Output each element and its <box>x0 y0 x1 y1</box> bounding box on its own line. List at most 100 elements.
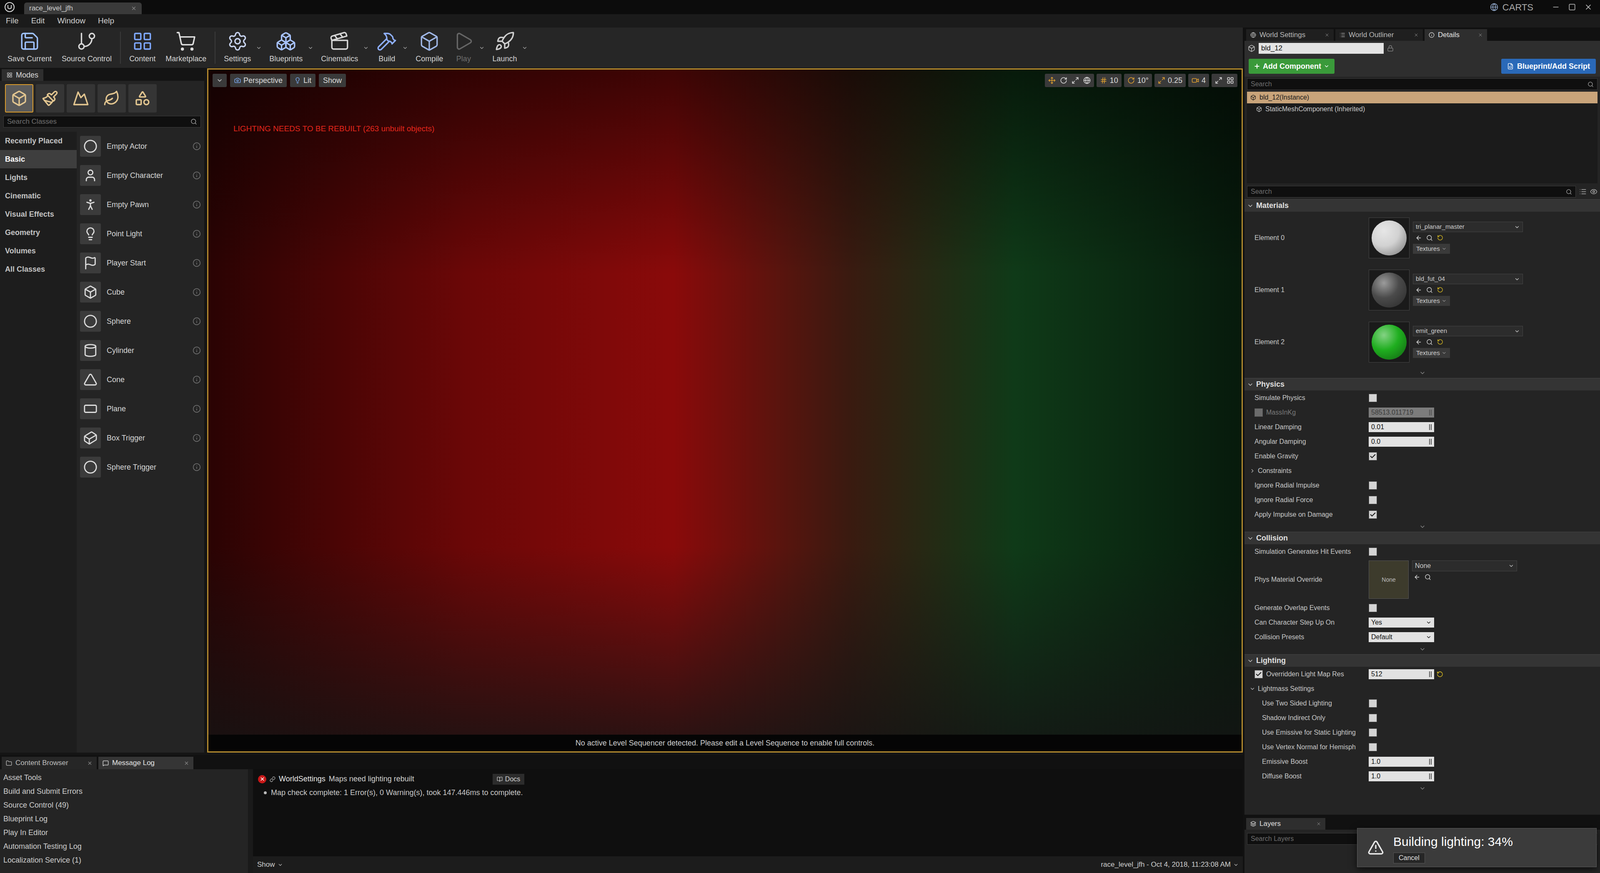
show-filter-button[interactable]: Show <box>257 859 283 871</box>
snap-control[interactable]: 10 <box>1096 73 1122 88</box>
mode-button[interactable] <box>66 84 96 113</box>
asset-dropdown[interactable]: None <box>1412 560 1518 572</box>
number-field[interactable]: 1.0 <box>1368 771 1435 782</box>
checkbox[interactable] <box>1368 743 1378 752</box>
textures-button[interactable]: Textures <box>1412 243 1450 254</box>
toolbar-button[interactable]: Cinematics <box>315 27 364 68</box>
dropdown-arrow-icon[interactable] <box>363 45 369 51</box>
toolbar-button[interactable]: Blueprints <box>264 27 308 68</box>
material-thumbnail[interactable] <box>1368 269 1410 311</box>
material-dropdown[interactable]: bld_fut_04 <box>1412 273 1523 285</box>
add-component-button[interactable]: Add Component <box>1248 58 1335 74</box>
help-icon[interactable] <box>192 258 201 268</box>
class-item[interactable]: Empty Pawn <box>80 190 201 220</box>
perspective-button[interactable]: Perspective <box>230 73 287 88</box>
close-tab-icon[interactable] <box>130 5 137 12</box>
snap-control[interactable]: 0.25 <box>1154 73 1186 88</box>
number-field[interactable]: 0.01 <box>1368 422 1435 433</box>
log-source-item[interactable]: Source Control (49) <box>0 798 248 813</box>
category-item[interactable]: Visual Effects <box>0 205 77 224</box>
class-item[interactable]: Cube <box>80 277 201 307</box>
snap-control[interactable]: 10° <box>1124 73 1152 88</box>
maximize-icon[interactable] <box>1568 3 1576 11</box>
checkbox[interactable] <box>1368 481 1378 490</box>
close-tab-icon[interactable] <box>183 760 190 767</box>
close-tab-icon[interactable] <box>1316 821 1322 827</box>
category-item[interactable]: Volumes <box>0 241 77 261</box>
checkbox[interactable] <box>1368 510 1378 519</box>
blueprint-button[interactable]: Blueprint/Add Script <box>1501 58 1596 74</box>
modes-tab[interactable]: Modes <box>1 69 44 81</box>
textures-button[interactable]: Textures <box>1412 295 1450 306</box>
checkbox[interactable] <box>1254 670 1263 679</box>
toolbar-button[interactable]: Settings <box>218 27 256 68</box>
class-item[interactable]: Empty Actor <box>80 131 201 161</box>
class-item[interactable]: Player Start <box>80 248 201 278</box>
use-selected-icon[interactable] <box>1415 286 1423 294</box>
class-item[interactable]: Cylinder <box>80 335 201 366</box>
log-source-item[interactable]: Blueprint Log <box>0 812 248 827</box>
checkbox[interactable] <box>1368 603 1378 613</box>
toolbar-button[interactable]: Marketplace <box>160 27 212 68</box>
scale-icon[interactable] <box>1071 76 1080 85</box>
use-selected-icon[interactable] <box>1415 234 1423 242</box>
advanced-expander[interactable] <box>1244 783 1600 794</box>
message-source[interactable]: WorldSettings <box>278 773 326 785</box>
browse-icon[interactable] <box>1426 234 1433 242</box>
asset-thumbnail[interactable]: None <box>1368 560 1409 599</box>
dropdown-arrow-icon[interactable] <box>307 45 314 51</box>
cancel-button[interactable]: Cancel <box>1393 852 1425 864</box>
component-search[interactable]: Search <box>1246 78 1598 91</box>
mode-button[interactable] <box>128 84 157 113</box>
number-field[interactable]: 1.0 <box>1368 756 1435 767</box>
toolbar-button[interactable]: Content <box>124 27 161 68</box>
help-icon[interactable] <box>192 317 201 326</box>
help-icon[interactable] <box>192 346 201 355</box>
minimize-icon[interactable] <box>1551 2 1560 12</box>
panel-tab[interactable]: Content Browser <box>1 756 97 770</box>
material-dropdown[interactable]: tri_planar_master <box>1412 221 1523 233</box>
panel-tab[interactable]: Layers <box>1246 818 1326 830</box>
select-field[interactable]: Yes <box>1368 617 1435 628</box>
material-dropdown[interactable]: emit_green <box>1412 325 1523 337</box>
class-item[interactable]: Point Light <box>80 219 201 249</box>
checkbox[interactable] <box>1368 452 1378 461</box>
snap-control[interactable]: 4 <box>1188 73 1210 88</box>
checkbox[interactable] <box>1368 699 1378 708</box>
dropdown-arrow-icon[interactable] <box>521 45 528 51</box>
log-source-item[interactable]: Automation Testing Log <box>0 839 248 854</box>
reset-icon[interactable] <box>1437 338 1444 346</box>
close-tab-icon[interactable] <box>87 760 93 767</box>
category-item[interactable]: Recently Placed <box>0 131 77 151</box>
world-space-icon[interactable] <box>1083 76 1091 85</box>
dropdown-arrow-icon[interactable] <box>478 45 485 51</box>
checkbox[interactable] <box>1368 393 1378 403</box>
translate-icon[interactable] <box>1048 76 1056 85</box>
browse-icon[interactable] <box>1424 573 1432 581</box>
show-button[interactable]: Show <box>318 73 346 88</box>
class-item[interactable]: Plane <box>80 394 201 424</box>
help-icon[interactable] <box>192 463 201 472</box>
number-field[interactable]: 512 <box>1368 669 1435 680</box>
close-tab-icon[interactable] <box>1413 32 1419 38</box>
component-item[interactable]: StaticMeshComponent (Inherited) <box>1246 103 1598 116</box>
use-selected-icon[interactable] <box>1415 338 1423 346</box>
menu-item[interactable]: File <box>5 15 19 28</box>
advanced-expander[interactable] <box>1244 521 1600 532</box>
property-group[interactable]: Constraints <box>1244 463 1600 479</box>
menu-item[interactable]: Edit <box>31 15 46 28</box>
section-header[interactable]: Lighting <box>1244 654 1600 667</box>
section-header[interactable]: Physics <box>1244 378 1600 391</box>
class-item[interactable]: Sphere Trigger <box>80 452 201 482</box>
toolbar-button[interactable]: Compile <box>410 27 449 68</box>
checkbox[interactable] <box>1368 728 1378 737</box>
document-tab[interactable]: race_level_jfh <box>24 2 142 15</box>
menu-item[interactable]: Help <box>97 15 115 28</box>
panel-tab[interactable]: Details <box>1424 29 1488 41</box>
help-icon[interactable] <box>192 433 201 443</box>
reset-icon[interactable] <box>1437 286 1444 293</box>
category-item[interactable]: Basic <box>0 150 77 169</box>
category-item[interactable]: Geometry <box>0 223 77 242</box>
mode-button[interactable] <box>5 84 34 113</box>
lit-button[interactable]: Lit <box>290 73 316 88</box>
